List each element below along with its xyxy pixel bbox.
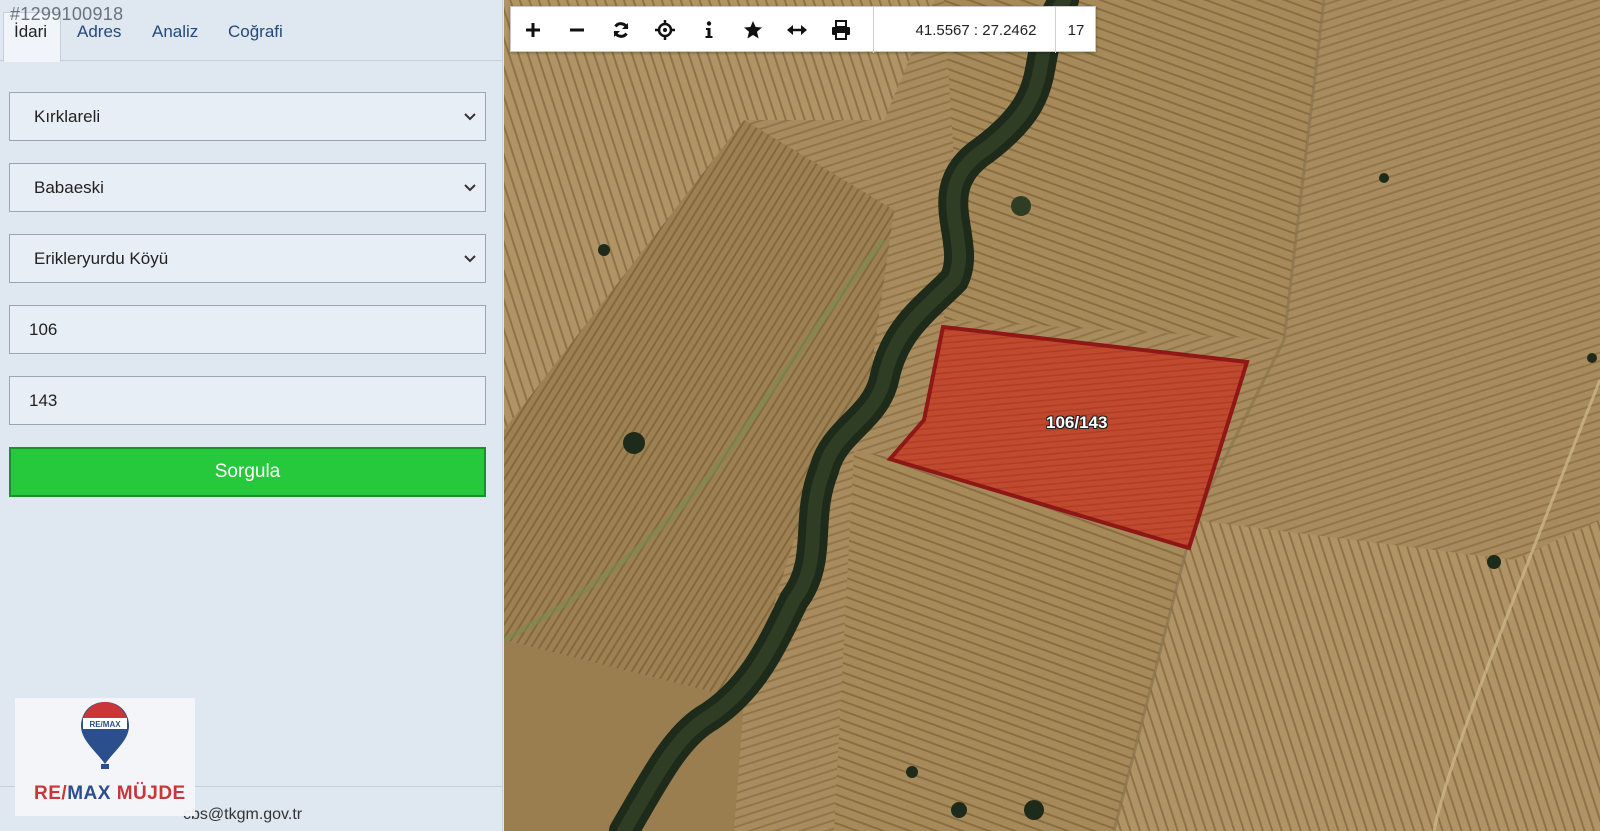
tab-analiz[interactable]: Analiz: [152, 22, 198, 42]
province-value: Kırklareli: [34, 106, 101, 126]
measure-icon: [787, 25, 807, 35]
parcel-label: 106/143: [1046, 413, 1108, 432]
zoom-level-readout: 17: [1067, 21, 1085, 39]
map-toolbar: 41.5567 : 27.2462 17: [510, 6, 1096, 53]
info-button[interactable]: [687, 7, 731, 53]
zoom-out-icon: [570, 28, 584, 32]
sidebar: İdari Adres Analiz Coğrafi #1299100918 K…: [0, 0, 503, 831]
neighborhood-value: Erikleryurdu Köyü: [34, 248, 169, 268]
balloon-icon: RE/MAX: [81, 702, 129, 769]
district-select[interactable]: Babaeski: [9, 163, 486, 212]
contact-email[interactable]: cbs@tkgm.gov.tr: [183, 806, 302, 824]
info-icon: [705, 21, 713, 38]
chevron-down-icon: [464, 255, 476, 263]
parcel-no-value: 143: [29, 390, 58, 410]
refresh-icon: [613, 22, 629, 38]
balloon-text: RE/MAX: [89, 720, 121, 729]
favorite-icon: [744, 21, 762, 39]
remax-logo: RE/MAX RE/MAX MÜJDE: [15, 698, 195, 816]
block-no-input[interactable]: 106: [9, 305, 486, 354]
neighborhood-select[interactable]: Erikleryurdu Köyü: [9, 234, 486, 283]
refresh-button[interactable]: [599, 7, 643, 53]
zoom-in-button[interactable]: [511, 7, 555, 53]
locate-button[interactable]: [643, 7, 687, 53]
toolbar-separator: [873, 7, 874, 53]
coordinate-readout: 41.5567 : 27.2462: [915, 21, 1037, 39]
measure-button[interactable]: [775, 7, 819, 53]
tab-adres[interactable]: Adres: [77, 22, 121, 42]
brand-name: RE/MAX MÜJDE: [34, 783, 186, 804]
print-button[interactable]: [819, 7, 863, 53]
locate-icon: [655, 20, 675, 40]
listing-id-watermark: #1299100918: [10, 4, 124, 24]
block-no-value: 106: [29, 319, 58, 339]
tab-idari[interactable]: İdari: [14, 22, 47, 42]
print-icon: [832, 20, 850, 40]
zoom-out-button[interactable]: [555, 7, 599, 53]
tab-cografi[interactable]: Coğrafi: [228, 22, 283, 42]
province-select[interactable]: Kırklareli: [9, 92, 486, 141]
parcel-no-input[interactable]: 143: [9, 376, 486, 425]
query-button[interactable]: Sorgula: [9, 447, 486, 497]
favorite-button[interactable]: [731, 7, 775, 53]
chevron-down-icon: [464, 184, 476, 192]
zoom-in-icon: [526, 23, 540, 37]
chevron-down-icon: [464, 113, 476, 121]
district-value: Babaeski: [34, 177, 104, 197]
